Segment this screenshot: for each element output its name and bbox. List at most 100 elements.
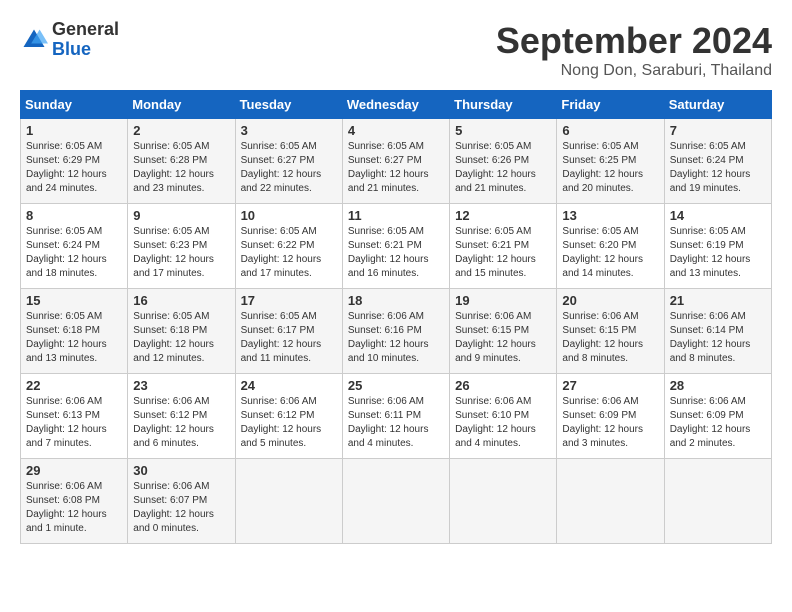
calendar-day-cell: 5 Sunrise: 6:05 AM Sunset: 6:26 PM Dayli…: [450, 119, 557, 204]
day-info: Sunrise: 6:06 AM Sunset: 6:14 PM Dayligh…: [670, 310, 766, 366]
day-info: Sunrise: 6:06 AM Sunset: 6:16 PM Dayligh…: [348, 310, 444, 366]
day-number: 1: [26, 123, 122, 138]
calendar-day-cell: 9 Sunrise: 6:05 AM Sunset: 6:23 PM Dayli…: [128, 204, 235, 289]
calendar-day-cell: 27 Sunrise: 6:06 AM Sunset: 6:09 PM Dayl…: [557, 374, 664, 459]
day-info: Sunrise: 6:05 AM Sunset: 6:28 PM Dayligh…: [133, 140, 229, 196]
logo-general-text: General: [52, 19, 119, 39]
day-info: Sunrise: 6:06 AM Sunset: 6:08 PM Dayligh…: [26, 480, 122, 536]
calendar-day-cell: [664, 459, 771, 544]
calendar-day-cell: 24 Sunrise: 6:06 AM Sunset: 6:12 PM Dayl…: [235, 374, 342, 459]
calendar-body: 1 Sunrise: 6:05 AM Sunset: 6:29 PM Dayli…: [21, 119, 772, 544]
day-number: 4: [348, 123, 444, 138]
day-info: Sunrise: 6:06 AM Sunset: 6:13 PM Dayligh…: [26, 395, 122, 451]
title-block: September 2024 Nong Don, Saraburi, Thail…: [496, 20, 772, 80]
logo-icon: [20, 26, 48, 54]
day-info: Sunrise: 6:05 AM Sunset: 6:25 PM Dayligh…: [562, 140, 658, 196]
day-number: 28: [670, 378, 766, 393]
day-number: 8: [26, 208, 122, 223]
day-info: Sunrise: 6:05 AM Sunset: 6:21 PM Dayligh…: [348, 225, 444, 281]
calendar-day-cell: 28 Sunrise: 6:06 AM Sunset: 6:09 PM Dayl…: [664, 374, 771, 459]
day-info: Sunrise: 6:05 AM Sunset: 6:26 PM Dayligh…: [455, 140, 551, 196]
day-number: 29: [26, 463, 122, 478]
calendar-day-cell: 14 Sunrise: 6:05 AM Sunset: 6:19 PM Dayl…: [664, 204, 771, 289]
day-number: 3: [241, 123, 337, 138]
calendar-table: Sunday Monday Tuesday Wednesday Thursday…: [20, 90, 772, 544]
calendar-day-cell: 1 Sunrise: 6:05 AM Sunset: 6:29 PM Dayli…: [21, 119, 128, 204]
day-number: 11: [348, 208, 444, 223]
day-number: 7: [670, 123, 766, 138]
day-info: Sunrise: 6:06 AM Sunset: 6:15 PM Dayligh…: [562, 310, 658, 366]
day-info: Sunrise: 6:05 AM Sunset: 6:20 PM Dayligh…: [562, 225, 658, 281]
month-title: September 2024: [496, 20, 772, 62]
calendar-day-cell: 16 Sunrise: 6:05 AM Sunset: 6:18 PM Dayl…: [128, 289, 235, 374]
day-info: Sunrise: 6:05 AM Sunset: 6:18 PM Dayligh…: [133, 310, 229, 366]
calendar-day-cell: [235, 459, 342, 544]
calendar-week-row: 29 Sunrise: 6:06 AM Sunset: 6:08 PM Dayl…: [21, 459, 772, 544]
calendar-week-row: 8 Sunrise: 6:05 AM Sunset: 6:24 PM Dayli…: [21, 204, 772, 289]
col-friday: Friday: [557, 91, 664, 119]
calendar-day-cell: [450, 459, 557, 544]
day-info: Sunrise: 6:06 AM Sunset: 6:15 PM Dayligh…: [455, 310, 551, 366]
calendar-day-cell: 3 Sunrise: 6:05 AM Sunset: 6:27 PM Dayli…: [235, 119, 342, 204]
calendar-day-cell: 11 Sunrise: 6:05 AM Sunset: 6:21 PM Dayl…: [342, 204, 449, 289]
calendar-day-cell: 26 Sunrise: 6:06 AM Sunset: 6:10 PM Dayl…: [450, 374, 557, 459]
day-number: 21: [670, 293, 766, 308]
day-info: Sunrise: 6:06 AM Sunset: 6:12 PM Dayligh…: [241, 395, 337, 451]
day-number: 22: [26, 378, 122, 393]
calendar-day-cell: [342, 459, 449, 544]
day-info: Sunrise: 6:06 AM Sunset: 6:09 PM Dayligh…: [670, 395, 766, 451]
calendar-week-row: 22 Sunrise: 6:06 AM Sunset: 6:13 PM Dayl…: [21, 374, 772, 459]
logo-blue-text: Blue: [52, 39, 91, 59]
calendar-week-row: 1 Sunrise: 6:05 AM Sunset: 6:29 PM Dayli…: [21, 119, 772, 204]
col-tuesday: Tuesday: [235, 91, 342, 119]
day-info: Sunrise: 6:05 AM Sunset: 6:21 PM Dayligh…: [455, 225, 551, 281]
day-info: Sunrise: 6:05 AM Sunset: 6:27 PM Dayligh…: [348, 140, 444, 196]
day-number: 20: [562, 293, 658, 308]
day-number: 24: [241, 378, 337, 393]
day-info: Sunrise: 6:06 AM Sunset: 6:11 PM Dayligh…: [348, 395, 444, 451]
location: Nong Don, Saraburi, Thailand: [496, 62, 772, 80]
calendar-day-cell: 4 Sunrise: 6:05 AM Sunset: 6:27 PM Dayli…: [342, 119, 449, 204]
day-number: 19: [455, 293, 551, 308]
calendar-day-cell: 7 Sunrise: 6:05 AM Sunset: 6:24 PM Dayli…: [664, 119, 771, 204]
calendar-day-cell: 15 Sunrise: 6:05 AM Sunset: 6:18 PM Dayl…: [21, 289, 128, 374]
day-info: Sunrise: 6:05 AM Sunset: 6:24 PM Dayligh…: [670, 140, 766, 196]
calendar-day-cell: 21 Sunrise: 6:06 AM Sunset: 6:14 PM Dayl…: [664, 289, 771, 374]
day-number: 2: [133, 123, 229, 138]
calendar-day-cell: 13 Sunrise: 6:05 AM Sunset: 6:20 PM Dayl…: [557, 204, 664, 289]
col-wednesday: Wednesday: [342, 91, 449, 119]
day-number: 10: [241, 208, 337, 223]
day-number: 23: [133, 378, 229, 393]
day-info: Sunrise: 6:06 AM Sunset: 6:10 PM Dayligh…: [455, 395, 551, 451]
day-number: 12: [455, 208, 551, 223]
day-info: Sunrise: 6:05 AM Sunset: 6:19 PM Dayligh…: [670, 225, 766, 281]
day-number: 18: [348, 293, 444, 308]
calendar-day-cell: 25 Sunrise: 6:06 AM Sunset: 6:11 PM Dayl…: [342, 374, 449, 459]
day-info: Sunrise: 6:05 AM Sunset: 6:23 PM Dayligh…: [133, 225, 229, 281]
calendar-day-cell: 6 Sunrise: 6:05 AM Sunset: 6:25 PM Dayli…: [557, 119, 664, 204]
day-number: 15: [26, 293, 122, 308]
col-sunday: Sunday: [21, 91, 128, 119]
calendar-day-cell: [557, 459, 664, 544]
day-number: 16: [133, 293, 229, 308]
day-info: Sunrise: 6:05 AM Sunset: 6:18 PM Dayligh…: [26, 310, 122, 366]
day-number: 27: [562, 378, 658, 393]
day-number: 26: [455, 378, 551, 393]
day-number: 9: [133, 208, 229, 223]
calendar-day-cell: 17 Sunrise: 6:05 AM Sunset: 6:17 PM Dayl…: [235, 289, 342, 374]
calendar-day-cell: 23 Sunrise: 6:06 AM Sunset: 6:12 PM Dayl…: [128, 374, 235, 459]
calendar-day-cell: 30 Sunrise: 6:06 AM Sunset: 6:07 PM Dayl…: [128, 459, 235, 544]
day-info: Sunrise: 6:06 AM Sunset: 6:12 PM Dayligh…: [133, 395, 229, 451]
day-number: 17: [241, 293, 337, 308]
day-info: Sunrise: 6:06 AM Sunset: 6:09 PM Dayligh…: [562, 395, 658, 451]
calendar-day-cell: 2 Sunrise: 6:05 AM Sunset: 6:28 PM Dayli…: [128, 119, 235, 204]
page-header: General Blue September 2024 Nong Don, Sa…: [20, 20, 772, 80]
day-info: Sunrise: 6:05 AM Sunset: 6:22 PM Dayligh…: [241, 225, 337, 281]
day-number: 14: [670, 208, 766, 223]
calendar-day-cell: 8 Sunrise: 6:05 AM Sunset: 6:24 PM Dayli…: [21, 204, 128, 289]
logo: General Blue: [20, 20, 119, 60]
day-number: 6: [562, 123, 658, 138]
day-number: 25: [348, 378, 444, 393]
col-thursday: Thursday: [450, 91, 557, 119]
day-info: Sunrise: 6:05 AM Sunset: 6:27 PM Dayligh…: [241, 140, 337, 196]
